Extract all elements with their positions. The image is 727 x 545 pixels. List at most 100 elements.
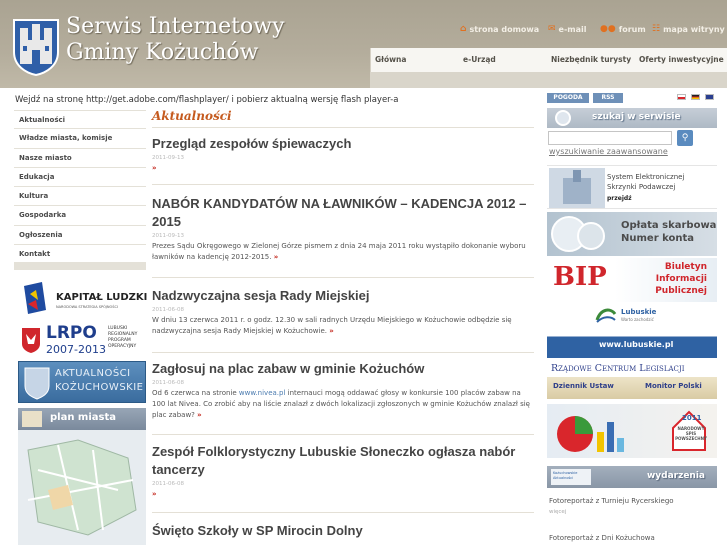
esp-banner[interactable]: System Elektronicznej Skrzynki Podawczej…: [547, 165, 717, 209]
lrpo-title: LRPO: [46, 323, 97, 343]
divider: [152, 352, 534, 353]
legis-left: Dziennik Ustaw: [553, 382, 614, 390]
pogoda-button[interactable]: POGODA: [547, 93, 589, 103]
search-button[interactable]: ⚲: [677, 130, 693, 146]
city-map-image[interactable]: [18, 430, 146, 545]
spis-powszechny-banner[interactable]: 2011 NARODOWY SPIS POWSZECHNY: [547, 404, 717, 458]
news-title[interactable]: Święto Szkoły w SP Mirocin Dolny: [152, 522, 534, 540]
news-title[interactable]: Zespół Folklorystyczny Lubuskie Słoneczk…: [152, 443, 534, 479]
lubuskie-banner[interactable]: Lubuskie Warto zachodzić www.lubuskie.pl: [547, 304, 717, 358]
divider: [152, 277, 534, 278]
left-nav: Aktualności Władze miasta, komisje Nasze…: [14, 110, 146, 265]
rss-button[interactable]: RSS: [593, 93, 623, 103]
left-nav-footer: [14, 262, 146, 270]
news-title[interactable]: Przegląd zespołów śpiewaczych: [152, 135, 534, 153]
site-title[interactable]: Serwis Internetowy Gminy Kożuchów: [66, 14, 285, 66]
spis-year: 2011: [682, 414, 702, 422]
event-more-link[interactable]: więcej: [549, 509, 566, 515]
event-link[interactable]: Fotoreportaż z Turnieju Rycerskiego: [549, 497, 674, 505]
flag-en-icon[interactable]: [705, 94, 714, 100]
news-date: 2011-09-13: [152, 233, 184, 239]
search-input[interactable]: [548, 131, 672, 145]
left-nav-edukacja[interactable]: Edukacja: [14, 167, 146, 188]
legislacja-banner[interactable]: Rządowe Centrum Legislacji Dziennik Usta…: [547, 361, 717, 401]
bip-banner[interactable]: BIP Biuletyn Informacji Publicznej: [547, 258, 717, 302]
divider: [152, 512, 534, 513]
news-date: 2011-06-08: [152, 380, 184, 386]
flag-de-icon[interactable]: [691, 94, 700, 100]
census-chart-icon: [557, 416, 624, 452]
lubuskie-name: Lubuskie: [621, 308, 657, 316]
news-date: 2011-06-08: [152, 481, 184, 487]
advanced-search-link[interactable]: wyszukiwanie zaawansowane: [549, 147, 668, 156]
left-nav-nasze-miasto[interactable]: Nasze miasto: [14, 148, 146, 168]
lrpo-banner[interactable]: LRPO 2007-2013 LUBUSKI REGIONALNY PROGRA…: [18, 322, 146, 358]
divider: [152, 184, 534, 185]
menu-item-niezbednik[interactable]: Niezbędnik turysty: [551, 55, 631, 64]
flag-pl-icon[interactable]: [677, 94, 686, 100]
news-title[interactable]: Nadzwyczajna sesja Rady Miejskiej: [152, 287, 534, 305]
event-link[interactable]: Fotoreportaż z Dni Kożuchowa: [549, 534, 655, 542]
left-nav-wladze[interactable]: Władze miasta, komisje: [14, 129, 146, 149]
oplata-line1: Opłata skarbowa: [621, 220, 717, 231]
menu-item-e-urzad[interactable]: e-Urząd: [463, 55, 496, 64]
wyd-banner-thumb: Kożuchowskie Aktualności: [551, 469, 591, 485]
left-nav-ogloszenia[interactable]: Ogłoszenia: [14, 225, 146, 246]
lubuskie-eagle-icon: [22, 328, 40, 353]
site-title-line2: Gminy Kożuchów: [66, 40, 259, 65]
news-item: NABÓR KANDYDATÓW NA ŁAWNIKÓW – KADENCJA …: [152, 195, 534, 263]
oplata-line2: Numer konta: [621, 233, 695, 244]
plan-miasta-header[interactable]: plan miasta: [18, 408, 146, 430]
menu-item-glowna[interactable]: Główna: [375, 55, 406, 64]
esp-go: przejdź: [607, 195, 632, 202]
bip-line2: Informacji: [655, 274, 707, 284]
nivea-link[interactable]: www.nivea.pl: [239, 389, 286, 397]
forum-icon: ●●: [600, 24, 616, 34]
news-title[interactable]: NABÓR KANDYDATÓW NA ŁAWNIKÓW – KADENCJA …: [152, 195, 534, 231]
top-link-forum[interactable]: ●● forum: [600, 22, 646, 36]
kapital-ludzki-banner[interactable]: KAPITAŁ LUDZKI NARODOWA STRATEGIA SPÓJNO…: [18, 280, 147, 318]
news-item: Nadzwyczajna sesja Rady Miejskiej 2011-0…: [152, 287, 534, 337]
news-item: Święto Szkoły w SP Mirocin Dolny: [152, 522, 534, 540]
main-menu: Główna e-Urząd Niezbędnik turysty Oferty…: [370, 48, 727, 72]
bip-line1: Biuletyn: [664, 262, 707, 272]
wydarzenia-header: Kożuchowskie Aktualności wydarzenia: [547, 466, 717, 488]
lubuskie-logo-icon: [595, 308, 617, 323]
search-header: szukaj w serwisie: [547, 108, 717, 128]
menu-strip: [370, 72, 727, 88]
bip-logo: BIP: [553, 262, 607, 292]
left-nav-gospodarka[interactable]: Gospodarka: [14, 206, 146, 226]
news-body-pre: Od 6 czerwca na stronie: [152, 389, 239, 397]
city-crest-icon[interactable]: [12, 18, 60, 76]
aktualnosci-kozuchowskie-banner[interactable]: AKTUALNOŚCI KOŻUCHOWSKIE: [18, 361, 146, 403]
news-item: Przegląd zespołów śpiewaczych 2011-09-13…: [152, 135, 534, 174]
mail-icon: ✉: [548, 24, 556, 34]
divider: [152, 434, 534, 435]
read-more-icon[interactable]: »: [329, 327, 334, 335]
read-more-icon[interactable]: »: [197, 411, 202, 419]
top-link-home[interactable]: ⌂ strona domowa: [460, 22, 539, 36]
legis-title: Rządowe Centrum Legislacji: [551, 363, 685, 374]
top-link-home-label: strona domowa: [469, 24, 540, 34]
legis-right: Monitor Polski: [645, 382, 702, 390]
top-link-sitemap[interactable]: ☷ mapa witryny: [652, 22, 725, 36]
lubuskie-url: www.lubuskie.pl: [599, 340, 674, 349]
read-more-icon[interactable]: »: [274, 253, 279, 261]
news-item: Zespół Folklorystyczny Lubuskie Słoneczk…: [152, 443, 534, 500]
top-link-email[interactable]: ✉ e-mail: [548, 22, 587, 36]
oplata-skarbowa-banner[interactable]: Opłata skarbowa Numer konta: [547, 212, 717, 256]
menu-item-oferty[interactable]: Oferty inwestycyjne: [639, 55, 724, 64]
left-nav-aktualnosci[interactable]: Aktualności: [14, 110, 146, 130]
news-body: Prezes Sądu Okręgowego w Zielonej Górze …: [152, 242, 526, 261]
bip-line3: Publicznej: [655, 286, 707, 296]
plan-miasta-label: plan miasta: [50, 412, 117, 423]
spis-text: NARODOWY SPIS POWSZECHNY: [675, 426, 707, 441]
read-more-icon[interactable]: »: [152, 164, 157, 172]
news-date: 2011-06-08: [152, 307, 184, 313]
wydarzenia-label: wydarzenia: [646, 471, 705, 481]
kapital-subtitle: NARODOWA STRATEGIA SPÓJNOŚCI: [56, 305, 118, 309]
read-more-icon[interactable]: »: [152, 490, 157, 498]
news-title[interactable]: Zagłosuj na plac zabaw w gminie Kożuchów: [152, 360, 534, 378]
crest-icon: [24, 367, 50, 400]
left-nav-kultura[interactable]: Kultura: [14, 187, 146, 207]
